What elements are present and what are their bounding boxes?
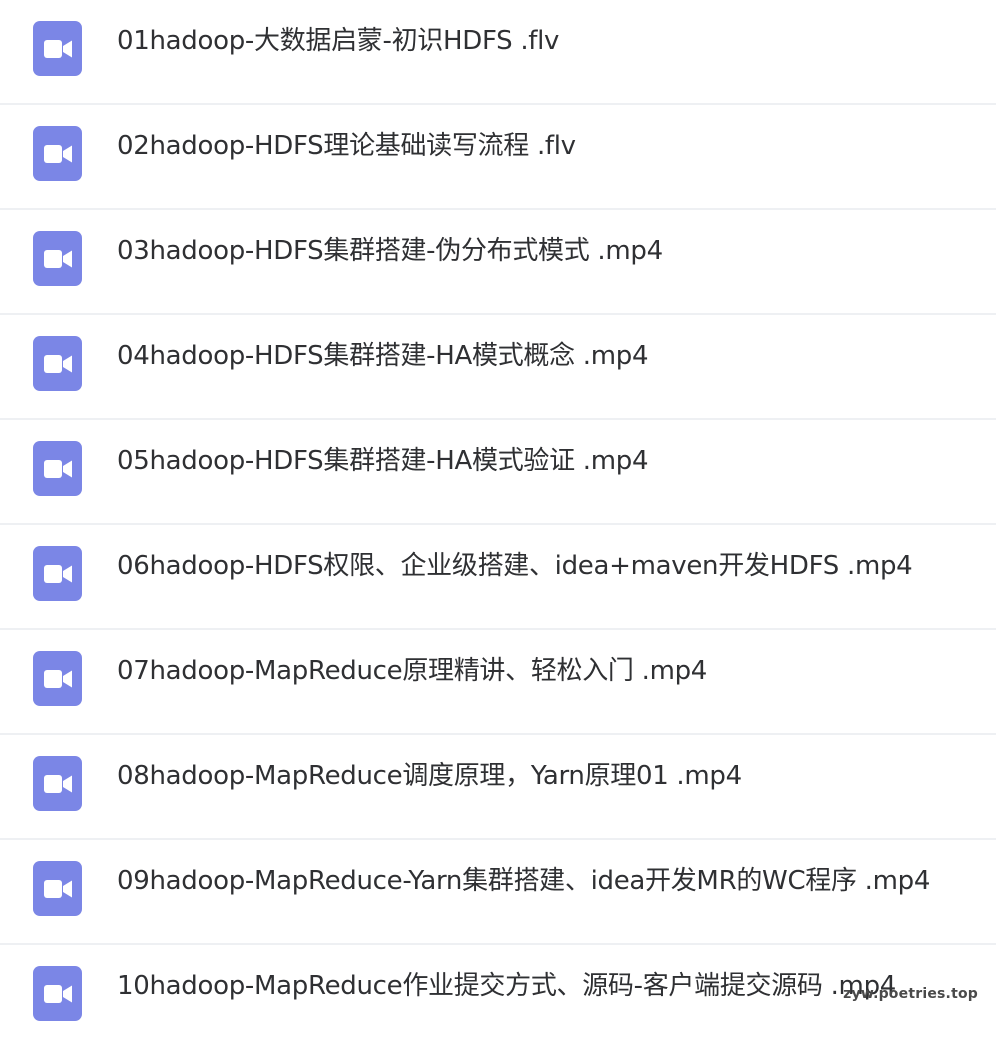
- video-file-icon: [33, 546, 82, 601]
- list-item[interactable]: 08hadoop-MapReduce调度原理，Yarn原理01 .mp4: [0, 735, 996, 840]
- file-name: 09hadoop-MapReduce-Yarn集群搭建、idea开发MR的WC程…: [117, 866, 931, 896]
- file-name: 07hadoop-MapReduce原理精讲、轻松入门 .mp4: [117, 656, 708, 686]
- file-name: 02hadoop-HDFS理论基础读写流程 .flv: [117, 131, 576, 161]
- video-file-icon: [33, 861, 82, 916]
- video-file-icon: [33, 126, 82, 181]
- file-list: 01hadoop-大数据启蒙-初识HDFS .flv 02hadoop-HDFS…: [0, 0, 996, 1048]
- video-file-icon: [33, 966, 82, 1021]
- list-item[interactable]: 07hadoop-MapReduce原理精讲、轻松入门 .mp4: [0, 630, 996, 735]
- video-file-icon: [33, 336, 82, 391]
- file-name: 03hadoop-HDFS集群搭建-伪分布式模式 .mp4: [117, 236, 663, 266]
- video-file-icon: [33, 651, 82, 706]
- watermark-text: zyw.poetries.top: [843, 986, 978, 1002]
- video-file-icon: [33, 441, 82, 496]
- list-item[interactable]: 04hadoop-HDFS集群搭建-HA模式概念 .mp4: [0, 315, 996, 420]
- file-name: 10hadoop-MapReduce作业提交方式、源码-客户端提交源码 .mp4: [117, 971, 897, 1001]
- file-name: 01hadoop-大数据启蒙-初识HDFS .flv: [117, 26, 560, 56]
- file-name: 08hadoop-MapReduce调度原理，Yarn原理01 .mp4: [117, 761, 742, 791]
- list-item[interactable]: 06hadoop-HDFS权限、企业级搭建、idea+maven开发HDFS .…: [0, 525, 996, 630]
- list-item[interactable]: 01hadoop-大数据启蒙-初识HDFS .flv: [0, 0, 996, 105]
- list-item[interactable]: 09hadoop-MapReduce-Yarn集群搭建、idea开发MR的WC程…: [0, 840, 996, 945]
- file-name: 06hadoop-HDFS权限、企业级搭建、idea+maven开发HDFS .…: [117, 551, 913, 581]
- video-file-icon: [33, 21, 82, 76]
- file-name: 04hadoop-HDFS集群搭建-HA模式概念 .mp4: [117, 341, 649, 371]
- list-item[interactable]: 05hadoop-HDFS集群搭建-HA模式验证 .mp4: [0, 420, 996, 525]
- list-item[interactable]: 03hadoop-HDFS集群搭建-伪分布式模式 .mp4: [0, 210, 996, 315]
- video-file-icon: [33, 231, 82, 286]
- list-item[interactable]: 02hadoop-HDFS理论基础读写流程 .flv: [0, 105, 996, 210]
- file-name: 05hadoop-HDFS集群搭建-HA模式验证 .mp4: [117, 446, 649, 476]
- video-file-icon: [33, 756, 82, 811]
